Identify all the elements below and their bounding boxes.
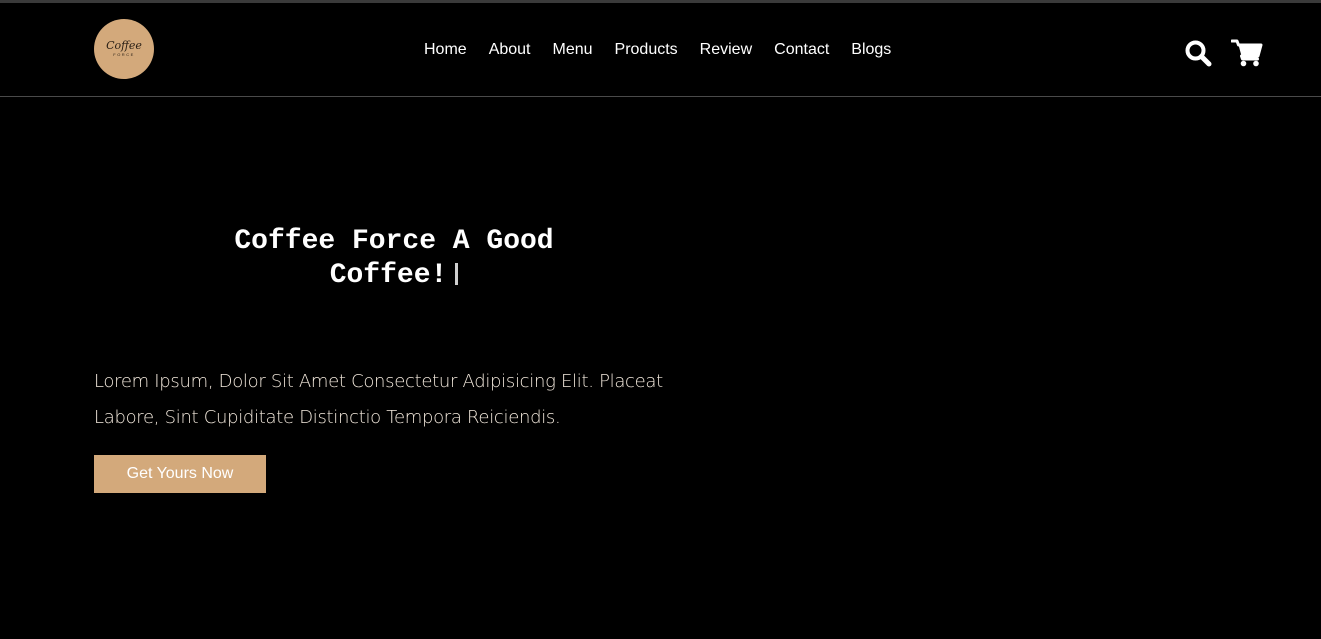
search-button[interactable] (1181, 36, 1215, 70)
logo-sub-text: FORCE (113, 51, 135, 57)
hero-title: Coffee Force A Good Coffee! (94, 225, 694, 293)
main-nav: Home About Menu Products Review Contact … (413, 39, 902, 61)
typing-cursor (455, 263, 459, 285)
nav-item-review[interactable]: Review (689, 39, 763, 61)
logo-script-text: Coffee (106, 38, 142, 52)
nav-item-home[interactable]: Home (413, 39, 478, 61)
search-icon (1185, 40, 1212, 67)
logo[interactable]: Coffee FORCE (94, 19, 154, 79)
hero-description: Lorem Ipsum, Dolor Sit Amet Consectetur … (94, 371, 663, 428)
nav-item-menu[interactable]: Menu (542, 39, 604, 61)
hero-title-line-2: Coffee! (329, 260, 448, 291)
nav-item-about[interactable]: About (478, 39, 542, 61)
cart-button[interactable] (1230, 36, 1264, 70)
nav-item-blogs[interactable]: Blogs (840, 39, 902, 61)
nav-item-products[interactable]: Products (604, 39, 689, 61)
get-yours-now-button[interactable]: Get Yours Now (94, 455, 266, 493)
nav-item-contact[interactable]: Contact (763, 39, 840, 61)
site-header: Coffee FORCE Home About Menu Products Re… (0, 3, 1321, 97)
hero-title-line-1: Coffee Force A Good (234, 226, 554, 257)
cart-icon (1231, 39, 1263, 67)
